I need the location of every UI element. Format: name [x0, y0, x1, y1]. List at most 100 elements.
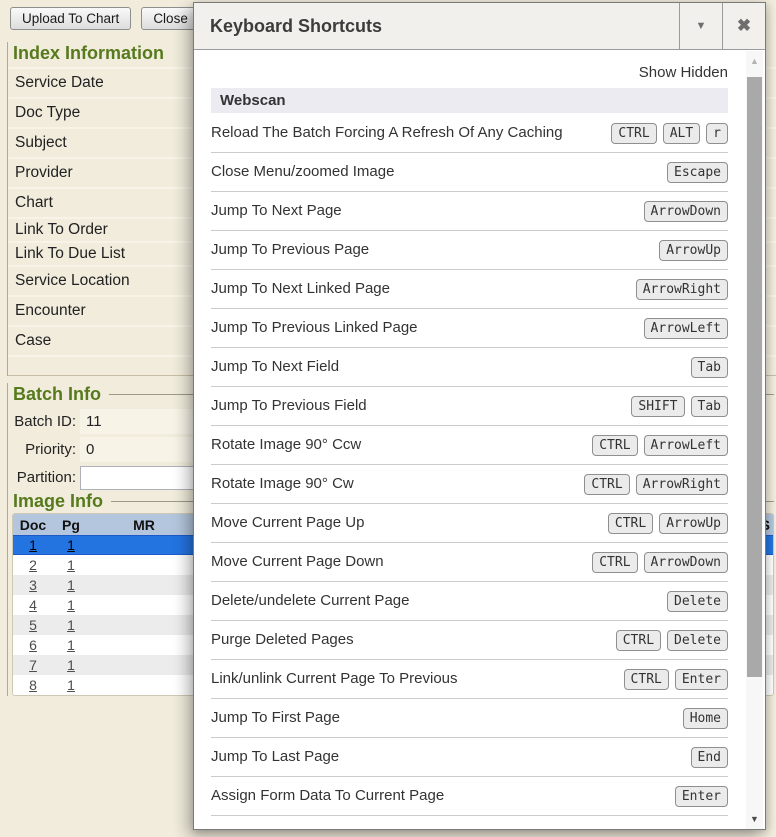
image-info-title: Image Info — [13, 491, 103, 512]
doc-link[interactable]: 2 — [29, 557, 37, 573]
doc-link[interactable]: 5 — [29, 617, 37, 633]
index-field-label: Service Location — [15, 272, 130, 290]
scrollbar-thumb[interactable] — [747, 77, 762, 677]
key-badge: End — [691, 747, 728, 768]
batch-field-label: Partition: — [8, 469, 80, 486]
key-badge: Home — [683, 708, 728, 729]
pg-link[interactable]: 1 — [67, 537, 75, 553]
pg-link[interactable]: 1 — [67, 597, 75, 613]
shortcut-label: Move Current Page Down — [211, 545, 592, 579]
key-badge: ArrowUp — [659, 513, 728, 534]
key-badge: ArrowDown — [644, 552, 728, 573]
key-badge: Escape — [667, 162, 728, 183]
shortcut-keys: Tab — [691, 357, 728, 378]
key-badge: ArrowLeft — [644, 435, 728, 456]
key-badge: ArrowUp — [659, 240, 728, 261]
index-field-label: Provider — [15, 164, 73, 182]
shortcut-label: Jump To Last Page — [211, 740, 691, 774]
shortcut-label: Jump To Previous Page — [211, 233, 659, 267]
doc-link[interactable]: 7 — [29, 657, 37, 673]
shortcut-label: Purge Deleted Pages — [211, 623, 616, 657]
key-badge: r — [706, 123, 728, 144]
batch-field-label: Priority: — [8, 441, 80, 458]
key-badge: CTRL — [624, 669, 669, 690]
shortcut-row: Jump To Previous Page ArrowUp — [211, 231, 728, 270]
shortcut-keys: ArrowLeft — [644, 318, 728, 339]
shortcut-keys: CTRL ArrowUp — [608, 513, 728, 534]
column-header-mr: MR — [89, 517, 199, 533]
index-field-label: Link To Due List — [15, 245, 125, 263]
column-header-pg: Pg — [53, 517, 89, 533]
show-hidden-link[interactable]: Show Hidden — [211, 51, 728, 88]
key-badge: Delete — [667, 630, 728, 651]
dialog-title: Keyboard Shortcuts — [194, 3, 679, 49]
shortcut-row: Purge Deleted Pages CTRL Delete — [211, 621, 728, 660]
shortcut-keys: CTRL ArrowLeft — [592, 435, 728, 456]
doc-link[interactable]: 1 — [29, 537, 37, 553]
shortcut-keys: Delete — [667, 591, 728, 612]
doc-link[interactable]: 6 — [29, 637, 37, 653]
shortcut-row: Jump To Previous Field SHIFTTab — [211, 387, 728, 426]
shortcut-row: Jump To Next Field Tab — [211, 348, 728, 387]
shortcut-label: Jump To First Page — [211, 701, 683, 735]
upload-to-chart-button[interactable]: Upload To Chart — [10, 7, 131, 30]
dialog-body: Show Hidden Webscan Reload The Batch For… — [194, 51, 765, 829]
pg-link[interactable]: 1 — [67, 577, 75, 593]
index-field-label: Doc Type — [15, 104, 80, 122]
doc-link[interactable]: 4 — [29, 597, 37, 613]
shortcut-label: Delete/undelete Current Page — [211, 584, 667, 618]
shortcut-label: Rotate Image 90° Cw — [211, 467, 584, 501]
shortcut-keys: Enter — [675, 786, 728, 807]
key-badge: CTRL — [584, 474, 629, 495]
shortcut-row: Assign Form Data To Current Page Enter — [211, 777, 728, 816]
shortcut-row: Link/unlink Current Page To Previous CTR… — [211, 660, 728, 699]
pg-link[interactable]: 1 — [67, 617, 75, 633]
shortcut-label: Reload The Batch Forcing A Refresh Of An… — [211, 116, 611, 150]
shortcut-row: Delete/undelete Current Page Delete — [211, 582, 728, 621]
scroll-up-icon[interactable]: ▲ — [746, 56, 763, 66]
shortcut-keys: CTRL Delete — [616, 630, 728, 651]
column-header-doc: Doc — [13, 517, 53, 533]
scroll-down-icon[interactable]: ▼ — [746, 814, 763, 824]
key-badge: ALT — [663, 123, 700, 144]
index-field-label: Subject — [15, 134, 67, 152]
shortcut-keys: CTRLEnter — [624, 669, 728, 690]
dialog-scrollbar[interactable]: ▲ ▼ — [746, 51, 763, 829]
collapse-dialog-button[interactable]: ▼ — [679, 3, 722, 49]
close-button[interactable]: Close — [141, 7, 200, 30]
pg-link[interactable]: 1 — [67, 637, 75, 653]
index-information-title: Index Information — [13, 43, 164, 64]
key-badge: Tab — [691, 396, 728, 417]
shortcut-row: Rotate Image 90° Cw CTRLArrowRight — [211, 465, 728, 504]
shortcut-keys: End — [691, 747, 728, 768]
key-badge: Delete — [667, 591, 728, 612]
key-badge: ArrowDown — [644, 201, 728, 222]
doc-link[interactable]: 3 — [29, 577, 37, 593]
index-field-label: Case — [15, 332, 51, 350]
pg-link[interactable]: 1 — [67, 677, 75, 693]
shortcut-row: Jump To Next Page ArrowDown — [211, 192, 728, 231]
shortcut-row: Jump To Last Page End — [211, 738, 728, 777]
close-dialog-button[interactable]: ✖ — [722, 3, 765, 49]
shortcut-keys: Home — [683, 708, 728, 729]
shortcut-label: Link/unlink Current Page To Previous — [211, 662, 624, 696]
close-icon: ✖ — [737, 16, 751, 36]
pg-link[interactable]: 1 — [67, 657, 75, 673]
shortcut-label: Rotate Image 90° Ccw — [211, 428, 592, 462]
shortcut-label: Jump To Previous Linked Page — [211, 311, 644, 345]
key-badge: CTRL — [608, 513, 653, 534]
pg-link[interactable]: 1 — [67, 557, 75, 573]
shortcut-row: Close Menu/zoomed Image Escape — [211, 153, 728, 192]
key-badge: ArrowLeft — [644, 318, 728, 339]
key-badge: SHIFT — [631, 396, 684, 417]
shortcut-label: Close Menu/zoomed Image — [211, 155, 667, 189]
index-field-label: Encounter — [15, 302, 86, 320]
shortcut-label: Move Current Page Up — [211, 506, 608, 540]
key-badge: CTRL — [592, 435, 637, 456]
shortcut-label: Jump To Next Page — [211, 194, 644, 228]
index-field-label: Chart — [15, 194, 53, 212]
key-badge: CTRL — [616, 630, 661, 651]
keyboard-shortcuts-dialog: Keyboard Shortcuts ▼ ✖ Show Hidden Websc… — [193, 2, 766, 830]
doc-link[interactable]: 8 — [29, 677, 37, 693]
shortcut-list: Reload The Batch Forcing A Refresh Of An… — [211, 114, 728, 816]
